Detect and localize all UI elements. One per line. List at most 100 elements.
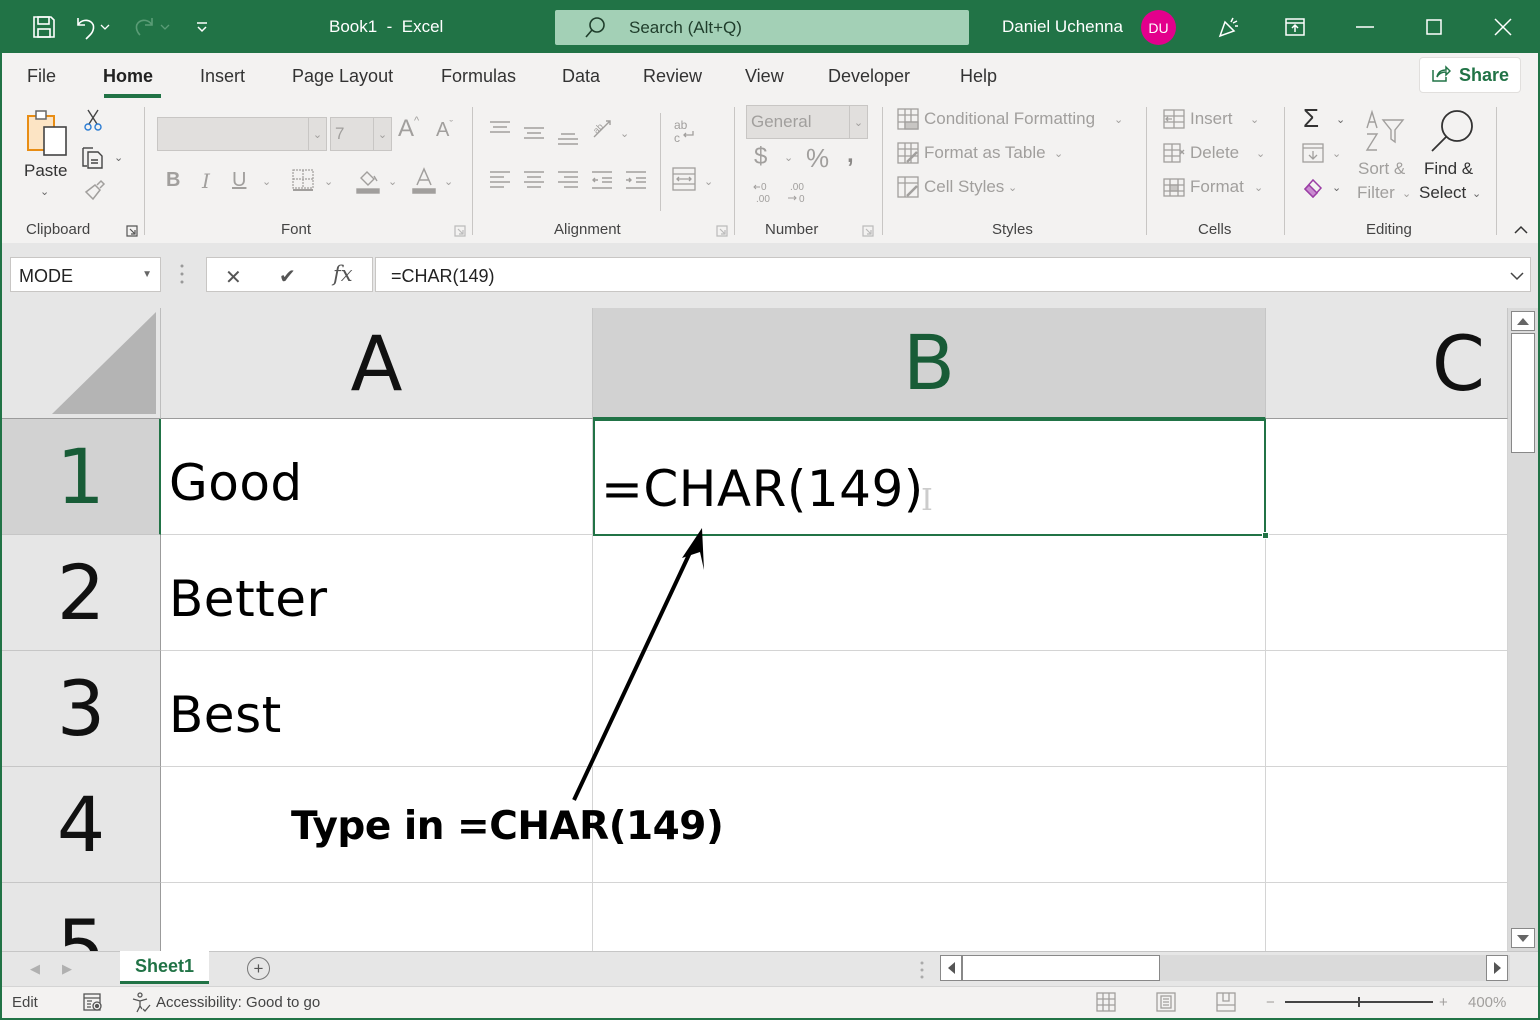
autosum-icon[interactable]: Σ: [1303, 103, 1319, 134]
ribbon-display-options-icon[interactable]: [1280, 13, 1310, 41]
tab-insert[interactable]: Insert: [200, 66, 245, 87]
expand-formula-bar-icon[interactable]: [1510, 268, 1524, 286]
chevron-down-icon: ⌄: [849, 106, 867, 138]
tab-data[interactable]: Data: [562, 66, 600, 87]
maximize-icon[interactable]: [1419, 13, 1449, 41]
share-button[interactable]: Share: [1419, 57, 1521, 93]
annotation-arrow: [572, 528, 704, 801]
paste-icon[interactable]: [24, 109, 70, 157]
tab-file[interactable]: File: [27, 66, 56, 87]
zoom-out-button[interactable]: −: [1266, 994, 1275, 1011]
customize-toolbar-icon[interactable]: [188, 13, 216, 41]
avatar[interactable]: DU: [1141, 10, 1176, 45]
paste-label[interactable]: Paste: [24, 161, 67, 181]
paste-dropdown-icon[interactable]: ⌄: [40, 185, 49, 198]
format-painter-icon: [82, 177, 108, 203]
scroll-down-button[interactable]: [1511, 928, 1535, 948]
chevron-down-icon: ⌄: [1254, 182, 1264, 194]
search-box[interactable]: Search (Alt+Q): [555, 10, 969, 45]
editing-group-label: Editing: [1366, 221, 1412, 238]
user-name[interactable]: Daniel Uchenna: [1002, 17, 1123, 37]
clear-dropdown-icon[interactable]: ⌄: [1332, 181, 1341, 194]
horizontal-scrollbar[interactable]: [940, 955, 1510, 981]
tab-page-layout[interactable]: Page Layout: [292, 66, 393, 87]
vertical-scrollbar[interactable]: [1508, 308, 1538, 951]
redo-icon: [130, 13, 158, 41]
find-select-icon[interactable]: [1426, 105, 1478, 157]
search-icon: [583, 16, 607, 45]
copy-dropdown-icon[interactable]: ⌄: [114, 151, 123, 164]
normal-view-icon[interactable]: [1096, 992, 1116, 1017]
font-size-combo[interactable]: 7 ⌄: [330, 117, 392, 151]
page-layout-view-icon[interactable]: [1156, 992, 1176, 1017]
close-icon[interactable]: [1488, 13, 1518, 41]
conditional-formatting-label: Conditional Formatting: [924, 109, 1096, 128]
clipboard-launcher-icon[interactable]: [126, 224, 138, 237]
tab-split-handle[interactable]: [920, 961, 924, 979]
chevron-down-icon[interactable]: ▼: [142, 269, 152, 280]
undo-dropdown-icon[interactable]: [98, 13, 112, 41]
zoom-slider[interactable]: [1285, 997, 1433, 1007]
cancel-icon[interactable]: ✕: [225, 265, 242, 290]
undo-icon[interactable]: [72, 13, 100, 41]
find-select-label-2[interactable]: Select: [1419, 183, 1466, 203]
fill-color-icon: [354, 165, 382, 195]
decrease-decimal-icon: .00 0: [786, 179, 814, 205]
ribbon-tabs: File Home Insert Page Layout Formulas Da…: [2, 53, 1538, 101]
font-name-combo[interactable]: ⌄: [157, 117, 327, 151]
tab-view[interactable]: View: [745, 66, 784, 87]
svg-text:0: 0: [799, 194, 805, 205]
separator: [472, 107, 473, 235]
zoom-in-button[interactable]: +: [1439, 994, 1448, 1011]
accessibility-icon[interactable]: [130, 992, 152, 1019]
accessibility-status[interactable]: Accessibility: Good to go: [156, 994, 320, 1011]
chevron-down-icon: ⌄: [373, 118, 391, 150]
svg-text:ab: ab: [591, 121, 605, 135]
horizontal-scroll-thumb[interactable]: [962, 955, 1160, 981]
font-launcher-icon: [454, 224, 466, 237]
annotation-label: Type in =CHAR(149): [291, 804, 724, 849]
clear-icon[interactable]: [1300, 175, 1326, 199]
name-box-value: MODE: [19, 266, 73, 286]
tab-developer[interactable]: Developer: [828, 66, 910, 87]
sort-filter-label-2: Filter: [1357, 183, 1395, 202]
copy-icon[interactable]: [80, 143, 106, 171]
formula-input[interactable]: =CHAR(149): [375, 257, 1531, 292]
svg-text:.00: .00: [790, 182, 804, 193]
previous-sheet-icon[interactable]: ◀: [30, 961, 40, 977]
scroll-right-button[interactable]: [1486, 955, 1508, 981]
formula-buttons: ✕ ✔ fx: [206, 257, 373, 292]
feedback-icon[interactable]: [1214, 13, 1244, 41]
percent-button: %: [806, 143, 830, 173]
next-sheet-icon[interactable]: ▶: [62, 961, 72, 977]
scroll-left-button[interactable]: [940, 955, 962, 981]
zoom-level[interactable]: 400%: [1468, 994, 1506, 1011]
insert-function-icon[interactable]: fx: [333, 262, 353, 286]
minimize-icon[interactable]: [1350, 13, 1380, 41]
alignment-group-label: Alignment: [554, 221, 621, 238]
delete-cells-label: Delete: [1190, 143, 1240, 162]
zoom-slider-thumb[interactable]: [1358, 997, 1360, 1007]
enter-icon[interactable]: ✔: [279, 264, 296, 289]
add-sheet-button[interactable]: +: [247, 957, 270, 980]
name-box[interactable]: MODE ▼: [10, 257, 161, 292]
sort-filter-label-1: Sort &: [1358, 159, 1406, 178]
share-icon: [1431, 64, 1452, 87]
tab-help[interactable]: Help: [960, 66, 997, 87]
macro-recording-icon[interactable]: [82, 992, 104, 1017]
active-tab-indicator: [104, 94, 161, 98]
scroll-up-button[interactable]: [1511, 311, 1535, 331]
sheet-tab-sheet1[interactable]: Sheet1: [120, 951, 209, 984]
tab-formulas[interactable]: Formulas: [441, 66, 516, 87]
page-break-preview-icon[interactable]: [1216, 992, 1236, 1017]
find-select-label-1[interactable]: Find &: [1424, 159, 1473, 179]
save-icon[interactable]: [30, 13, 58, 41]
formula-bar-resize-handle[interactable]: [180, 263, 184, 285]
autosum-dropdown-icon[interactable]: ⌄: [1336, 113, 1345, 126]
cut-icon[interactable]: [82, 107, 104, 133]
vertical-scroll-thumb[interactable]: [1511, 333, 1535, 453]
collapse-ribbon-icon[interactable]: [1514, 221, 1528, 238]
format-cells-icon: [1161, 175, 1187, 199]
tab-home[interactable]: Home: [103, 66, 153, 87]
tab-review[interactable]: Review: [643, 66, 702, 87]
